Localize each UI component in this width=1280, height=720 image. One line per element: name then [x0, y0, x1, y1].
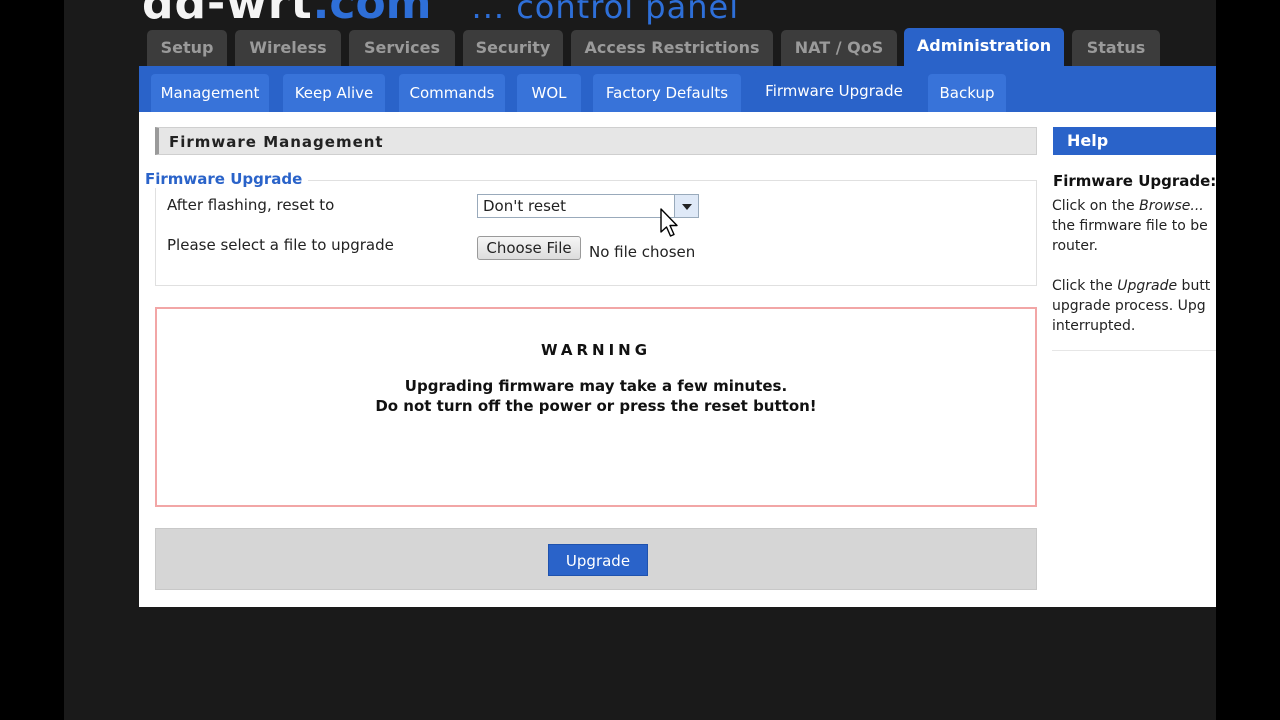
warning-line-1: Upgrading firmware may take a few minute… — [404, 377, 788, 395]
help-line: router. — [1052, 238, 1098, 254]
tab-services[interactable]: Services — [349, 30, 455, 66]
tab-security[interactable]: Security — [463, 30, 563, 66]
help-text-fragment: Click the — [1052, 278, 1118, 294]
help-upgrade-term: Upgrade — [1117, 278, 1178, 294]
subtab-wol[interactable]: WOL — [517, 74, 581, 112]
mouse-cursor-icon — [660, 208, 678, 237]
tab-status[interactable]: Status — [1072, 30, 1160, 66]
file-label: Please select a file to upgrade — [167, 236, 394, 254]
fieldset-legend: Firmware Upgrade — [145, 170, 309, 188]
content-panel: Firmware Management Firmware Upgrade Aft… — [139, 112, 1216, 607]
subtab-management[interactable]: Management — [151, 74, 269, 112]
subtab-backup[interactable]: Backup — [928, 74, 1006, 112]
action-bar: Upgrade — [155, 528, 1037, 590]
help-browse-term: Browse... — [1139, 198, 1204, 214]
reset-select-value: Don't reset — [483, 197, 566, 215]
logo-domain-text: .com — [312, 0, 432, 29]
logo-subtitle: ... control panel — [471, 0, 740, 26]
subtab-commands[interactable]: Commands — [399, 74, 505, 112]
help-line: interrupted. — [1052, 318, 1136, 334]
choose-file-button[interactable]: Choose File — [477, 236, 581, 260]
help-title: Firmware Upgrade: — [1053, 172, 1217, 190]
help-header: Help — [1053, 127, 1216, 155]
subtab-factory-defaults[interactable]: Factory Defaults — [593, 74, 741, 112]
upgrade-button[interactable]: Upgrade — [548, 544, 648, 576]
tab-nat-qos[interactable]: NAT / QoS — [781, 30, 897, 66]
subtab-firmware-upgrade[interactable]: Firmware Upgrade — [753, 72, 915, 110]
site-logo: dd-wrt.com ... control panel — [142, 0, 739, 29]
left-letterbox — [0, 0, 64, 720]
sub-navigation: Management Keep Alive Commands WOL Facto… — [139, 66, 1216, 112]
tab-access-restrictions[interactable]: Access Restrictions — [571, 30, 773, 66]
subtab-keep-alive[interactable]: Keep Alive — [283, 74, 385, 112]
tab-administration[interactable]: Administration — [904, 28, 1064, 66]
reset-label: After flashing, reset to — [167, 196, 335, 214]
tab-setup[interactable]: Setup — [147, 30, 227, 66]
help-line: the firmware file to be — [1052, 218, 1208, 234]
help-line: Click on the Browse... — [1052, 196, 1216, 216]
help-text-fragment: butt — [1177, 278, 1211, 294]
section-title: Firmware Management — [155, 127, 1037, 155]
help-divider — [1052, 350, 1216, 351]
warning-title: WARNING — [540, 341, 652, 359]
help-line: upgrade process. Upg — [1052, 298, 1206, 314]
help-line: Click the Upgrade butt — [1052, 276, 1216, 296]
tab-wireless[interactable]: Wireless — [235, 30, 341, 66]
warning-line-2: Do not turn off the power or press the r… — [375, 397, 817, 415]
warning-box: WARNING Upgrading firmware may take a fe… — [155, 307, 1037, 507]
logo-main-text: dd-wrt — [142, 0, 313, 29]
help-text-fragment: Click on the — [1052, 198, 1140, 214]
no-file-status: No file chosen — [589, 243, 696, 261]
right-letterbox — [1216, 0, 1280, 720]
